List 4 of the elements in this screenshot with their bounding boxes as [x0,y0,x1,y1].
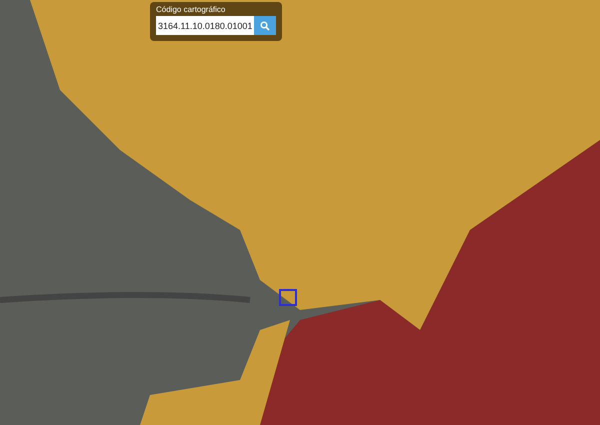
field-label: Código cartográfico [156,5,226,14]
search-button[interactable] [254,16,276,35]
search-icon [260,20,270,30]
input-field[interactable]: 3164.11.10.0180.01001 [156,16,254,35]
